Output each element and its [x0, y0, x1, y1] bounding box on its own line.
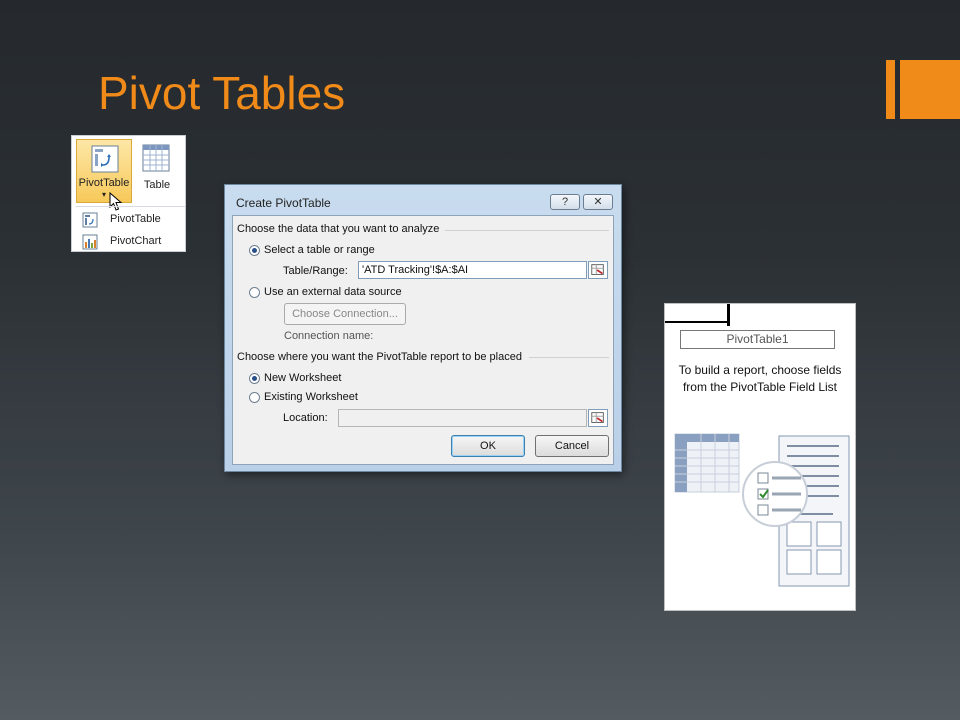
- menu-item-pivotchart[interactable]: PivotChart: [76, 231, 185, 253]
- pivottable-help-line2: from the PivotTable Field List: [682, 380, 838, 394]
- radio-existing-worksheet-label: Existing Worksheet: [264, 391, 358, 403]
- ok-button[interactable]: OK: [451, 435, 525, 457]
- dialog-body: Choose the data that you want to analyze…: [232, 215, 614, 465]
- location-label: Location:: [283, 412, 328, 424]
- radio-existing-worksheet[interactable]: [249, 392, 260, 403]
- accent-block: [900, 60, 960, 119]
- accent-bar-thin: [886, 60, 895, 119]
- radio-external-source-label: Use an external data source: [264, 286, 402, 298]
- close-button[interactable]: ✕: [583, 194, 613, 210]
- table-large-icon: [142, 144, 170, 172]
- help-button[interactable]: ?: [550, 194, 580, 210]
- location-picker-icon[interactable]: [588, 409, 608, 427]
- range-picker-icon[interactable]: [588, 261, 608, 279]
- radio-new-worksheet-label: New Worksheet: [264, 372, 342, 384]
- slide-title: Pivot Tables: [98, 67, 346, 119]
- dialog-title: Create PivotTable: [236, 196, 331, 210]
- section-data-source: Choose the data that you want to analyze: [237, 223, 440, 235]
- pivottable-button-label: PivotTable: [78, 177, 130, 189]
- connection-name-label: Connection name:: [284, 330, 374, 342]
- radio-select-table-label: Select a table or range: [264, 244, 375, 256]
- radio-select-table[interactable]: [249, 245, 260, 256]
- choose-connection-button[interactable]: Choose Connection...: [284, 303, 406, 325]
- location-input[interactable]: [338, 409, 587, 427]
- field-list-illustration: [674, 433, 850, 587]
- table-button-label: Table: [143, 179, 171, 191]
- menu-item-label: PivotChart: [110, 235, 162, 247]
- section-placement: Choose where you want the PivotTable rep…: [237, 351, 522, 363]
- pivotchart-icon: [82, 234, 98, 250]
- table-ribbon-button[interactable]: Table: [132, 139, 182, 203]
- cancel-button[interactable]: Cancel: [535, 435, 609, 457]
- pivottable-help-line1: To build a report, choose fields: [678, 363, 842, 377]
- table-range-input[interactable]: 'ATD Tracking'!$A:$AI: [358, 261, 587, 279]
- insert-ribbon-snippet: PivotTable ▾ Table PivotTable PivotChart: [71, 135, 186, 252]
- pivottable-placeholder-sheet: PivotTable1 To build a report, choose fi…: [664, 303, 856, 611]
- pivottable-icon: [82, 212, 98, 228]
- pivottable-name-box: PivotTable1: [680, 330, 835, 349]
- pivottable-large-icon: [91, 145, 119, 173]
- menu-item-label: PivotTable: [110, 213, 161, 225]
- radio-new-worksheet[interactable]: [249, 373, 260, 384]
- pivottable-dropdown-menu: PivotTable PivotChart: [76, 206, 185, 251]
- table-range-label: Table/Range:: [283, 265, 348, 277]
- create-pivottable-dialog: Create PivotTable ? ✕ Choose the data th…: [224, 184, 622, 472]
- menu-item-pivottable[interactable]: PivotTable: [76, 209, 185, 231]
- cell-cursor: [727, 304, 730, 326]
- selected-cell[interactable]: [665, 304, 729, 323]
- pivottable-ribbon-button[interactable]: PivotTable ▾: [76, 139, 132, 203]
- radio-external-source[interactable]: [249, 287, 260, 298]
- divider: [445, 230, 609, 231]
- divider: [529, 357, 609, 358]
